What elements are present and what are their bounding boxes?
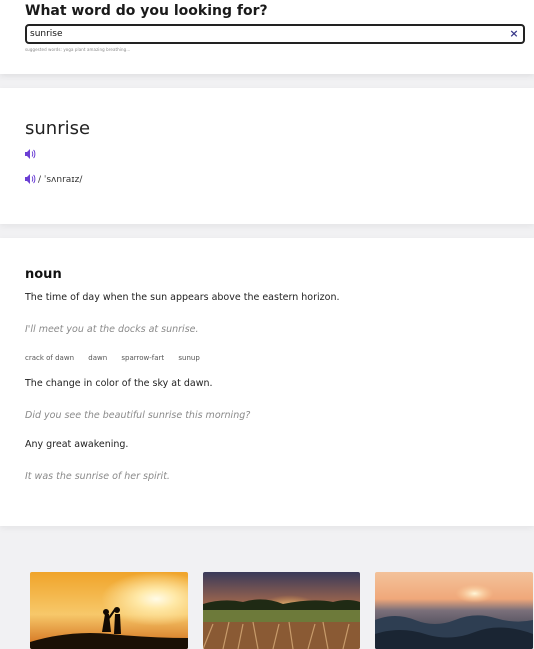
- synonym-chip[interactable]: dawn: [88, 354, 107, 362]
- synonym-list: crack of dawn dawn sparrow-fart sunup: [25, 354, 212, 362]
- example-text: Did you see the beautiful sunrise this m…: [25, 410, 251, 421]
- synonym-chip[interactable]: sunup: [178, 354, 199, 362]
- headword: sunrise: [25, 118, 91, 139]
- sunrise-image-field[interactable]: [203, 572, 360, 649]
- definition-text: The change in color of the sky at dawn.: [25, 378, 213, 389]
- search-prompt: What word do you looking for?: [25, 3, 268, 19]
- definition-text: The time of day when the sun appears abo…: [25, 292, 340, 303]
- sunrise-image-sea[interactable]: [375, 572, 533, 649]
- definitions-section: noun The time of day when the sun appear…: [0, 238, 534, 526]
- image-gallery: [0, 540, 534, 649]
- synonym-chip[interactable]: sparrow-fart: [121, 354, 164, 362]
- sunrise-image-couple[interactable]: [30, 572, 188, 649]
- close-icon[interactable]: ×: [508, 26, 520, 42]
- definition-text: Any great awakening.: [25, 439, 129, 450]
- synonym-chip[interactable]: crack of dawn: [25, 354, 74, 362]
- phonetic-text: / ˈsʌnraɪz/: [38, 175, 83, 185]
- speaker-icon[interactable]: [25, 149, 36, 162]
- word-section: sunrise / ˈsʌnraɪz/: [0, 88, 534, 224]
- search-box[interactable]: ×: [25, 24, 525, 44]
- suggestions-text: suggested words: yoga plant amazing brea…: [25, 47, 131, 52]
- search-section: What word do you looking for? × suggeste…: [0, 0, 534, 74]
- example-text: It was the sunrise of her spirit.: [25, 471, 170, 482]
- part-of-speech: noun: [25, 267, 62, 282]
- speaker-icon[interactable]: [25, 174, 36, 187]
- example-text: I'll meet you at the docks at sunrise.: [25, 324, 199, 335]
- search-input[interactable]: [30, 27, 500, 41]
